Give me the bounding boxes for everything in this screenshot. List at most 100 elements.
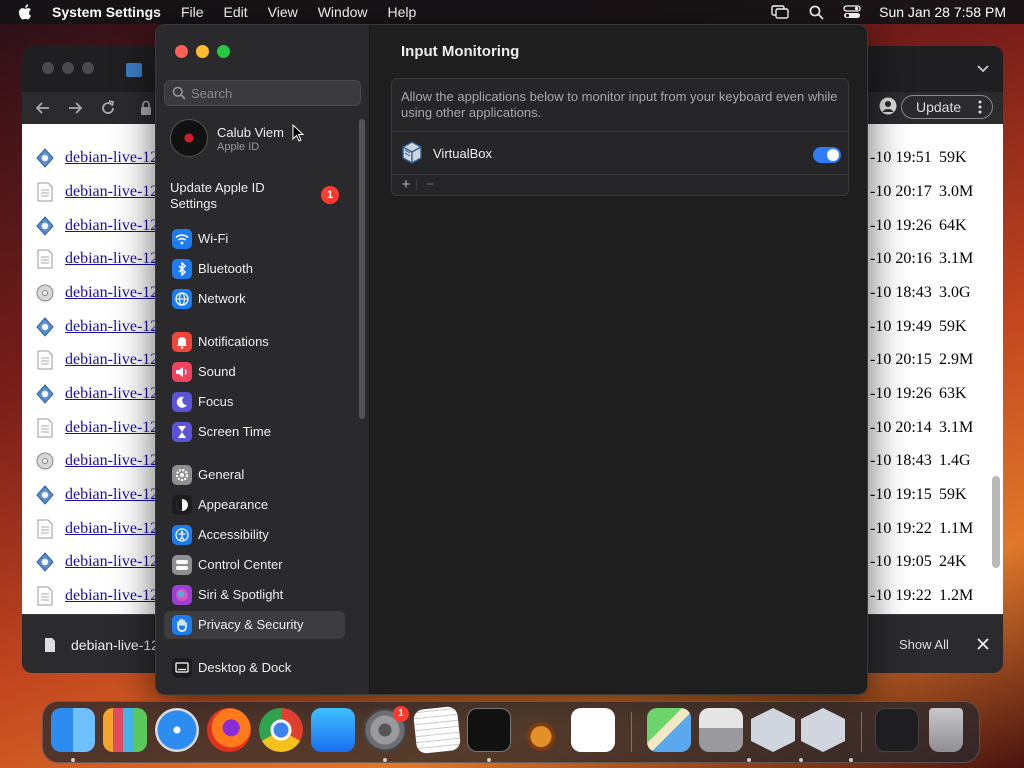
menu-window[interactable]: Window — [318, 4, 368, 20]
forward-arrow-icon[interactable] — [66, 99, 84, 117]
file-date: -10 20:14 — [870, 419, 932, 436]
browser-close-button[interactable] — [42, 62, 54, 74]
sidebar-item-sound[interactable]: Sound — [164, 358, 345, 386]
vscode-icon[interactable] — [571, 708, 615, 752]
terminal-icon[interactable] — [467, 708, 511, 752]
browser-update-label: Update — [916, 99, 962, 115]
update-apple-id-settings[interactable]: Update Apple ID Settings 1 — [170, 179, 360, 215]
file-name-link[interactable]: debian-live-12 — [65, 217, 158, 235]
sidebar-item-siri-spotlight[interactable]: Siri & Spotlight — [164, 581, 345, 609]
file-name-link[interactable]: debian-live-12 — [65, 452, 158, 470]
signature-icon — [36, 317, 54, 337]
menu-edit[interactable]: Edit — [224, 4, 248, 20]
signature-icon — [36, 148, 54, 168]
sidebar-item-desktop-dock[interactable]: Desktop & Dock — [164, 654, 345, 682]
desktop-icon — [172, 658, 192, 678]
sidebar-item-screen-time[interactable]: Screen Time — [164, 418, 345, 446]
browser-scrollbar[interactable] — [992, 476, 1000, 568]
disk-utility-icon[interactable] — [699, 708, 743, 752]
file-name-link[interactable]: debian-live-12 — [65, 419, 158, 437]
minimize-window-button[interactable] — [196, 45, 209, 58]
screen-mirroring-icon[interactable] — [771, 4, 789, 20]
apple-menu-icon[interactable] — [18, 3, 34, 21]
app-store-icon[interactable] — [311, 708, 355, 752]
finder-icon[interactable] — [51, 708, 95, 752]
menu-app-name[interactable]: System Settings — [52, 4, 161, 20]
file-name-link[interactable]: debian-live-12 — [65, 587, 158, 605]
tab-list-chevron-icon[interactable] — [977, 64, 989, 74]
virtualbox-vm-icon[interactable] — [801, 708, 845, 752]
virtualbox-toggle[interactable] — [813, 147, 841, 163]
file-name-link[interactable]: debian-live-12 — [65, 250, 158, 268]
close-window-button[interactable] — [175, 45, 188, 58]
sidebar-item-appearance[interactable]: Appearance — [164, 491, 345, 519]
close-downloads-icon[interactable] — [977, 638, 989, 650]
text-file-icon — [37, 519, 53, 539]
panel-description: Allow the applications below to monitor … — [401, 89, 838, 120]
back-arrow-icon[interactable] — [34, 99, 52, 117]
control-center-icon — [172, 555, 192, 575]
file-name-link[interactable]: debian-live-12 — [65, 553, 158, 571]
sidebar-item-wi-fi[interactable]: Wi-Fi — [164, 225, 345, 253]
file-name-link[interactable]: debian-live-12 — [65, 351, 158, 369]
reload-icon[interactable] — [99, 99, 117, 117]
trash-icon[interactable] — [929, 708, 963, 752]
tab-favicon-icon[interactable] — [126, 63, 142, 77]
app-row-virtualbox[interactable]: VirtualBox — [392, 132, 848, 174]
file-name-link[interactable]: debian-live-12 — [65, 520, 158, 538]
menu-clock[interactable]: Sun Jan 28 7:58 PM — [879, 4, 1006, 20]
file-size: 1.2M — [939, 587, 974, 604]
remove-app-button[interactable]: − — [421, 176, 439, 194]
chrome-icon[interactable] — [259, 708, 303, 752]
sidebar-item-privacy-security[interactable]: Privacy & Security — [164, 611, 345, 639]
profile-icon[interactable] — [879, 97, 897, 115]
browser-minimize-button[interactable] — [62, 62, 74, 74]
safari-icon[interactable] — [155, 708, 199, 752]
bluetooth-icon — [172, 259, 192, 279]
search-input[interactable] — [191, 81, 356, 105]
zoom-window-button[interactable] — [217, 45, 230, 58]
file-size: 3.1M — [939, 250, 974, 267]
sidebar-item-focus[interactable]: Focus — [164, 388, 345, 416]
file-date: -10 18:43 — [870, 452, 932, 469]
menu-view[interactable]: View — [268, 4, 298, 20]
file-name-link[interactable]: debian-live-12 — [65, 183, 158, 201]
add-app-button[interactable]: + — [397, 176, 415, 194]
textedit-icon[interactable] — [412, 705, 462, 755]
moon-icon — [172, 392, 192, 412]
spotlight-search-icon[interactable] — [807, 4, 825, 20]
virtualbox-icon[interactable] — [751, 708, 795, 752]
menu-help[interactable]: Help — [388, 4, 417, 20]
sidebar-item-label: Wi-Fi — [198, 231, 229, 246]
control-center-menu-icon[interactable] — [843, 4, 861, 20]
sidebar-item-label: Accessibility — [198, 527, 269, 542]
launchpad-icon[interactable] — [103, 708, 147, 752]
sidebar-item-control-center[interactable]: Control Center — [164, 551, 345, 579]
sidebar-item-notifications[interactable]: Notifications — [164, 328, 345, 356]
show-all-button[interactable]: Show All — [899, 637, 949, 652]
menu-file[interactable]: File — [181, 4, 204, 20]
sidebar-scrollbar[interactable] — [359, 119, 365, 419]
download-name[interactable]: debian-live-12 — [71, 637, 159, 653]
file-name-link[interactable]: debian-live-12 — [65, 385, 158, 403]
garageband-icon[interactable] — [519, 708, 563, 752]
file-name-link[interactable]: debian-live-12 — [65, 486, 158, 504]
firefox-icon[interactable] — [207, 708, 251, 752]
file-name-link[interactable]: debian-live-12 — [65, 284, 158, 302]
file-name-link[interactable]: debian-live-12 — [65, 318, 158, 336]
disc-icon — [36, 452, 54, 470]
file-date: -10 19:22 — [870, 520, 932, 537]
sidebar-item-label: Network — [198, 291, 246, 306]
file-size: 3.1M — [939, 419, 974, 436]
downloads-stack-icon[interactable] — [875, 708, 919, 752]
sidebar-item-general[interactable]: General — [164, 461, 345, 489]
apple-id-account[interactable]: Calub Viem Apple ID — [170, 119, 360, 161]
browser-update-button[interactable]: Update — [901, 95, 993, 119]
file-name-link[interactable]: debian-live-12 — [65, 149, 158, 167]
sidebar-item-accessibility[interactable]: Accessibility — [164, 521, 345, 549]
maps-icon[interactable] — [647, 708, 691, 752]
kebab-menu-icon[interactable] — [978, 100, 982, 114]
browser-maximize-button[interactable] — [82, 62, 94, 74]
sidebar-item-network[interactable]: Network — [164, 285, 345, 313]
sidebar-item-bluetooth[interactable]: Bluetooth — [164, 255, 345, 283]
